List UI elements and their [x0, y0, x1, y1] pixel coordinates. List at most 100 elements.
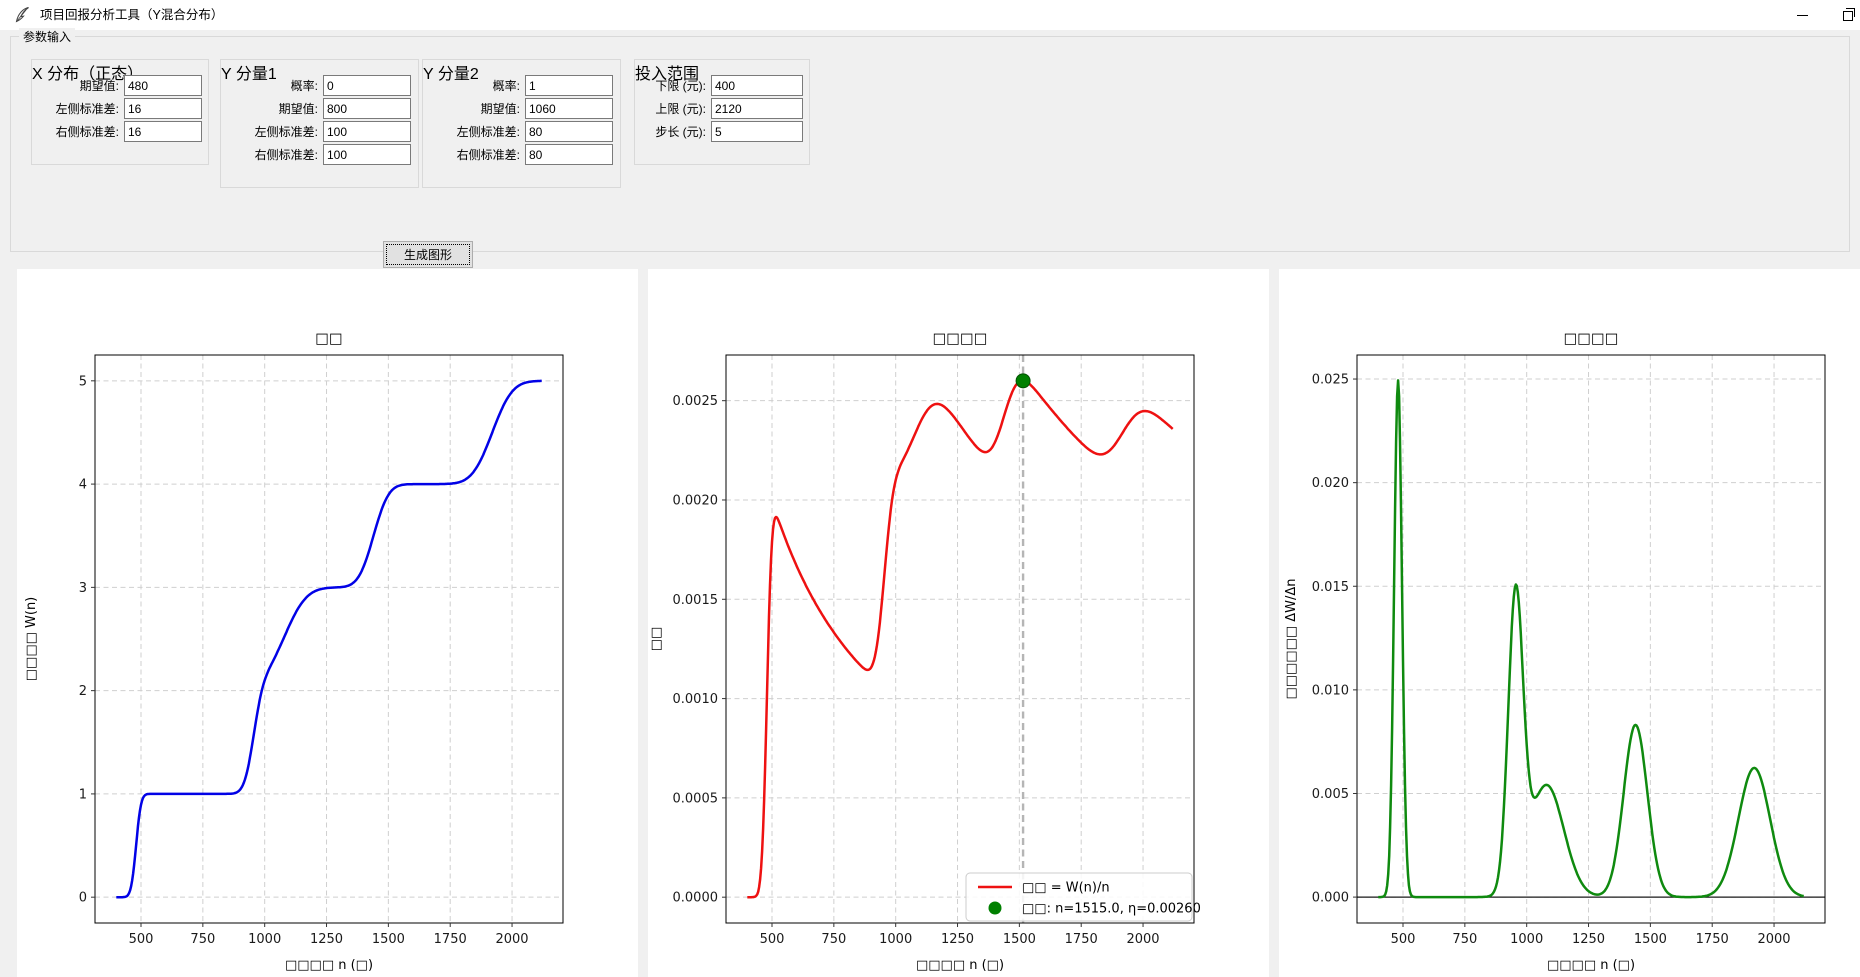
- y2-left-std-input[interactable]: [525, 121, 613, 142]
- generate-plots-button[interactable]: 生成图形: [383, 241, 473, 268]
- title-bar: 项目回报分析工具（Y混合分布）: [0, 0, 1860, 30]
- svg-text:0.0015: 0.0015: [673, 593, 719, 608]
- svg-text:0: 0: [79, 891, 87, 906]
- chart-title: □□: [315, 331, 342, 347]
- field-label: 右侧标准差:: [254, 148, 318, 162]
- param-frame: 参数输入 X 分布（正态） 期望值: 左侧标准差: 右侧标准差: Y 分量1 概…: [10, 28, 1850, 268]
- field-label: 上限 (元):: [655, 102, 706, 116]
- field-label: 步长 (元):: [655, 125, 706, 139]
- group-x-distribution: X 分布（正态） 期望值: 左侧标准差: 右侧标准差:: [31, 59, 209, 165]
- app-feather-icon: [15, 6, 29, 23]
- optimal-point-marker: [1015, 373, 1031, 389]
- svg-text:0.0000: 0.0000: [673, 891, 719, 906]
- figure-background: [1279, 269, 1860, 977]
- legend-dot-sample: [988, 901, 1002, 915]
- restore-icon: [1843, 8, 1855, 21]
- svg-text:1750: 1750: [1065, 932, 1098, 947]
- svg-text:0.0020: 0.0020: [673, 493, 719, 508]
- svg-text:2: 2: [79, 684, 87, 699]
- x-axis-label: □□□□ n (□): [285, 958, 373, 973]
- legend: □□ = W(n)/n □□: n=1515.0, η=0.00260: [965, 872, 1201, 922]
- chart-title: □□□□: [1564, 331, 1619, 347]
- y2-right-std-input[interactable]: [525, 144, 613, 165]
- field-label: 期望值:: [278, 102, 318, 116]
- svg-text:1250: 1250: [941, 932, 974, 947]
- svg-text:0.015: 0.015: [1312, 580, 1349, 595]
- minimize-button[interactable]: [1780, 0, 1825, 30]
- field-label: 右侧标准差:: [456, 148, 520, 162]
- y-axis-label: □□□□ W(n): [24, 597, 39, 682]
- svg-text:0.000: 0.000: [1312, 891, 1349, 906]
- figure-background: [17, 269, 638, 977]
- legend-label: □□ = W(n)/n: [1022, 881, 1110, 896]
- x-mean-input[interactable]: [124, 75, 202, 96]
- figure-marginal-density: 500 750 1000 1250 1500 1750 2000 0.000 0.005 0.01…: [1279, 269, 1860, 977]
- field-label: 期望值:: [79, 79, 119, 93]
- svg-text:5: 5: [79, 374, 87, 389]
- field-label: 左侧标准差:: [456, 125, 520, 139]
- cumulative-return-chart: 500 750 1000 1250 1500 1750 2000 0 1 2 3 4 5 □□ □□□□ n…: [17, 269, 638, 977]
- svg-text:3: 3: [79, 581, 87, 596]
- y-axis-label: □□: [649, 627, 664, 652]
- svg-text:1: 1: [79, 787, 87, 802]
- range-lower-input[interactable]: [711, 75, 803, 96]
- field-label: 期望值:: [480, 102, 520, 116]
- field-label: 概率:: [492, 79, 520, 93]
- group-y2: Y 分量2 概率: 期望值: 左侧标准差: 右侧标准差:: [422, 59, 621, 188]
- svg-text:1750: 1750: [1696, 932, 1729, 947]
- svg-text:4: 4: [79, 478, 87, 493]
- marginal-density-chart: 500 750 1000 1250 1500 1750 2000 0.000 0.005 0.01…: [1279, 269, 1860, 977]
- svg-text:1250: 1250: [1572, 932, 1605, 947]
- field-label: 下限 (元):: [655, 79, 706, 93]
- window-title: 项目回报分析工具（Y混合分布）: [40, 8, 224, 22]
- group-y1: Y 分量1 概率: 期望值: 左侧标准差: 右侧标准差:: [220, 59, 419, 188]
- svg-text:2000: 2000: [495, 932, 528, 947]
- y2-mean-input[interactable]: [525, 98, 613, 119]
- x-right-std-input[interactable]: [124, 121, 202, 142]
- svg-text:1000: 1000: [879, 932, 912, 947]
- svg-text:1000: 1000: [1510, 932, 1543, 947]
- svg-text:1000: 1000: [248, 932, 281, 947]
- x-axis-label: □□□□ n (□): [1547, 958, 1635, 973]
- chart-title: □□□□: [933, 331, 988, 347]
- y2-prob-input[interactable]: [525, 75, 613, 96]
- svg-text:1750: 1750: [434, 932, 467, 947]
- y1-left-std-input[interactable]: [323, 121, 411, 142]
- figure-cumulative-return: 500 750 1000 1250 1500 1750 2000 0 1 2 3 4 5 □□ □□□□ n…: [17, 269, 638, 977]
- svg-text:0.0025: 0.0025: [673, 394, 719, 409]
- figure-background: [648, 269, 1269, 977]
- field-label: 左侧标准差:: [55, 102, 119, 116]
- app-window: { "window": { "title": "项目回报分析工具（Y混合分布）"…: [0, 0, 1860, 977]
- svg-text:2000: 2000: [1757, 932, 1790, 947]
- range-upper-input[interactable]: [711, 98, 803, 119]
- svg-text:1250: 1250: [310, 932, 343, 947]
- field-label: 左侧标准差:: [254, 125, 318, 139]
- svg-text:750: 750: [190, 932, 215, 947]
- svg-text:500: 500: [129, 932, 154, 947]
- y1-prob-input[interactable]: [323, 75, 411, 96]
- range-step-input[interactable]: [711, 121, 803, 142]
- minimize-icon: [1797, 15, 1808, 16]
- maximize-restore-button[interactable]: [1825, 0, 1860, 30]
- x-axis-label: □□□□ n (□): [916, 958, 1004, 973]
- svg-text:0.0005: 0.0005: [673, 791, 719, 806]
- y1-right-std-input[interactable]: [323, 144, 411, 165]
- svg-text:500: 500: [760, 932, 785, 947]
- field-label: 概率:: [290, 79, 318, 93]
- group-range: 投入范围 下限 (元): 上限 (元): 步长 (元):: [634, 59, 810, 165]
- legend-label: □□: n=1515.0, η=0.00260: [1022, 902, 1201, 917]
- svg-text:1500: 1500: [1634, 932, 1667, 947]
- x-left-std-input[interactable]: [124, 98, 202, 119]
- svg-text:500: 500: [1391, 932, 1416, 947]
- svg-text:1500: 1500: [372, 932, 405, 947]
- svg-text:750: 750: [821, 932, 846, 947]
- svg-text:2000: 2000: [1126, 932, 1159, 947]
- y-axis-label: □□□□□□ ΔW/Δn: [1284, 578, 1299, 699]
- figure-efficiency: 500 750 1000 1250 1500 1750 2000 0.0000 0.0005 0.…: [648, 269, 1269, 977]
- y1-mean-input[interactable]: [323, 98, 411, 119]
- efficiency-chart: 500 750 1000 1250 1500 1750 2000 0.0000 0.0005 0.…: [648, 269, 1269, 977]
- field-label: 右侧标准差:: [55, 125, 119, 139]
- svg-text:0.0010: 0.0010: [673, 692, 719, 707]
- svg-text:1500: 1500: [1003, 932, 1036, 947]
- param-frame-label: 参数输入: [19, 28, 76, 45]
